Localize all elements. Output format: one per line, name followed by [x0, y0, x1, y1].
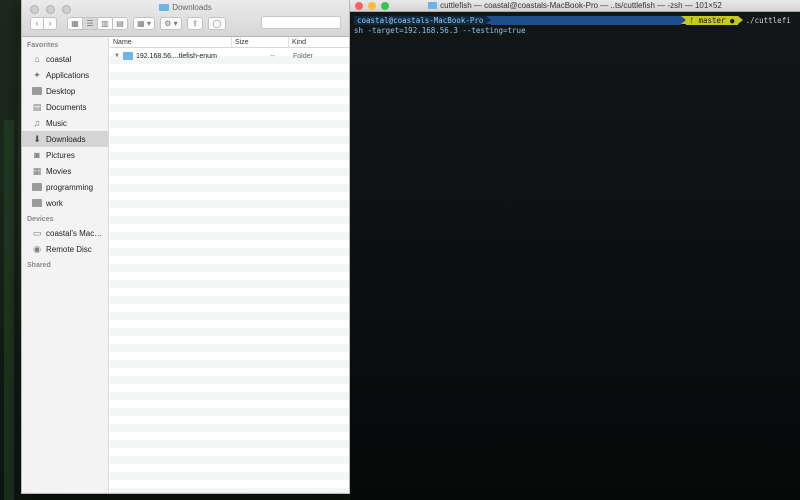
window-controls — [355, 2, 389, 10]
sidebar-section-shared: Shared — [27, 262, 51, 269]
command-text: ./cuttlefi — [745, 15, 791, 25]
back-arrow-icon: ‹ — [35, 18, 39, 28]
disc-icon: ◉ — [33, 243, 41, 254]
close-button[interactable] — [355, 2, 363, 10]
list-view-button[interactable]: ☰ — [82, 16, 98, 30]
sidebar-item-documents[interactable]: ▤ Documents — [22, 99, 108, 115]
music-icon: ♫ — [33, 118, 41, 128]
sidebar-item-programming[interactable]: programming — [22, 179, 108, 195]
laptop-icon: ▭ — [32, 227, 42, 238]
prompt-line: coastal@coastals-MacBook-Pro ᚠ master ● … — [354, 15, 796, 25]
finder-titlebar: Downloads ‹ › ▦ ☰ ▥ ▤ ▦ ▾ ⚙ ▾ ⇪ ◯ Search — [22, 0, 349, 37]
sidebar-item-label: Desktop — [46, 86, 76, 96]
sidebar-item-label: Pictures — [46, 150, 75, 160]
file-kind: Folder — [293, 52, 313, 60]
downloads-icon: ⬇ — [33, 133, 41, 144]
zoom-button[interactable] — [381, 2, 389, 10]
sidebar-item-label: coastal's Mac… — [46, 228, 103, 238]
table-row[interactable]: ▼ 192.168.56....tlefish-enum -- Folder — [110, 48, 349, 64]
sidebar-item-movies[interactable]: ▦ Movies — [22, 163, 108, 179]
sidebar-item-label: Remote Disc — [46, 244, 92, 254]
sidebar-item-applications[interactable]: ✦ Applications — [22, 67, 108, 83]
forward-button[interactable]: › — [43, 16, 57, 30]
sidebar-item-label: work — [46, 198, 63, 208]
documents-icon: ▤ — [32, 101, 42, 112]
home-icon: ⌂ — [34, 54, 40, 64]
command-text: sh -target=192.168.56.3 --testing=true — [354, 25, 526, 35]
column-header-name[interactable]: Name — [110, 37, 232, 47]
sidebar-item-music[interactable]: ♫ Music — [22, 115, 108, 131]
folder-icon — [32, 183, 42, 191]
tag-icon: ◯ — [212, 18, 222, 28]
icon-view-button[interactable]: ▦ — [67, 16, 83, 30]
column-header-size[interactable]: Size — [232, 37, 289, 47]
terminal-titlebar: cuttlefish — coastal@coastals-MacBook-Pr… — [350, 0, 800, 12]
folder-icon — [32, 199, 42, 207]
finder-window: Downloads ‹ › ▦ ☰ ▥ ▤ ▦ ▾ ⚙ ▾ ⇪ ◯ Search… — [21, 0, 350, 494]
minimize-button[interactable] — [368, 2, 376, 10]
prompt-context: coastal@coastals-MacBook-Pro — [354, 15, 487, 25]
folder-icon — [428, 2, 438, 9]
prompt-directory — [491, 15, 682, 25]
cover-flow-button[interactable]: ▤ — [112, 16, 128, 30]
sidebar-item-label: Movies — [46, 166, 72, 176]
action-button[interactable]: ⚙ ▾ — [160, 16, 182, 30]
sidebar-item-label: Music — [46, 118, 67, 128]
column-view-button[interactable]: ▥ — [97, 16, 113, 30]
sidebar-item-label: programming — [46, 182, 94, 192]
sidebar-item-remote-disc[interactable]: ◉ Remote Disc — [22, 241, 108, 257]
column-header-kind[interactable]: Kind — [289, 37, 349, 47]
prompt-git-branch: ᚠ master ● — [686, 15, 738, 25]
terminal-title: cuttlefish — coastal@coastals-MacBook-Pr… — [350, 0, 800, 12]
share-icon: ⇪ — [191, 18, 199, 28]
sidebar-item-label: Applications — [46, 70, 90, 80]
sidebar-section-devices: Devices — [27, 216, 54, 223]
file-size: -- — [270, 52, 275, 60]
view-mode-buttons: ▦ ☰ ▥ ▤ — [67, 16, 128, 30]
terminal-window: cuttlefish — coastal@coastals-MacBook-Pr… — [350, 0, 800, 500]
file-rows: ▼ 192.168.56....tlefish-enum -- Folder — [110, 48, 349, 493]
window-title: Downloads — [22, 3, 349, 12]
sidebar-item-coastal[interactable]: ⌂ coastal — [22, 51, 108, 67]
file-list: Name Size Kind ▼ 192.168.56....tlefish-e… — [110, 37, 349, 493]
sidebar-section-favorites: Favorites — [27, 42, 59, 49]
pictures-icon: ◙ — [34, 150, 40, 160]
movies-icon: ▦ — [32, 165, 42, 176]
sidebar-item-desktop[interactable]: Desktop — [22, 83, 108, 99]
disclosure-triangle-icon[interactable]: ▼ — [114, 53, 120, 59]
share-button[interactable]: ⇪ — [187, 16, 203, 30]
sidebar-item-pictures[interactable]: ◙ Pictures — [22, 147, 108, 163]
grid-icon: ▦ — [71, 18, 79, 28]
columns-icon: ▥ — [101, 18, 109, 28]
back-button[interactable]: ‹ — [30, 16, 44, 30]
file-name: 192.168.56....tlefish-enum — [135, 52, 217, 60]
sidebar-item-label: Documents — [46, 102, 87, 112]
finder-sidebar: Favorites ⌂ coastal ✦ Applications Desktop… — [22, 37, 109, 493]
desktop-icon — [32, 87, 42, 95]
sidebar-item-macbook[interactable]: ▭ coastal's Mac… — [22, 225, 108, 241]
folder-icon — [159, 4, 170, 11]
search-input[interactable]: Search — [261, 16, 341, 29]
list-icon: ☰ — [86, 18, 94, 28]
cover-flow-icon: ▤ — [116, 18, 124, 28]
tags-button[interactable]: ◯ — [208, 16, 226, 30]
finder-toolbar: ‹ › ▦ ☰ ▥ ▤ ▦ ▾ ⚙ ▾ ⇪ ◯ Search — [30, 16, 341, 30]
command-continuation: sh -target=192.168.56.3 --testing=true — [354, 25, 796, 35]
sidebar-item-downloads[interactable]: ⬇ Downloads — [22, 131, 108, 147]
nav-buttons: ‹ › — [30, 16, 57, 30]
sidebar-item-label: Downloads — [46, 134, 86, 144]
terminal-output[interactable]: coastal@coastals-MacBook-Pro ᚠ master ● … — [350, 12, 800, 500]
forward-arrow-icon: › — [48, 18, 52, 28]
applications-icon: ✦ — [33, 69, 41, 80]
sidebar-item-label: coastal — [46, 54, 72, 64]
file-name-cell: ▼ 192.168.56....tlefish-enum — [110, 52, 232, 60]
arrange-button[interactable]: ▦ ▾ — [133, 16, 155, 30]
column-headers: Name Size Kind — [110, 37, 349, 48]
arrange-icon: ▦ ▾ — [137, 18, 151, 28]
search-placeholder: Search — [266, 18, 292, 27]
folder-icon — [122, 52, 133, 60]
gear-icon: ⚙ ▾ — [164, 18, 178, 28]
sidebar-item-work[interactable]: work — [22, 195, 108, 211]
